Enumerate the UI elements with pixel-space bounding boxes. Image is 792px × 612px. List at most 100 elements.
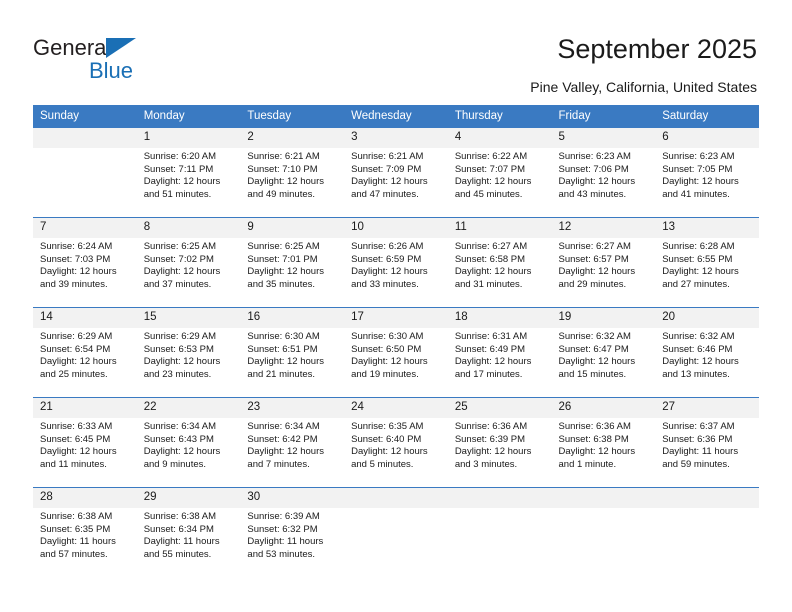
sunset-text: Sunset: 7:03 PM <box>40 253 111 265</box>
day-details: Sunrise: 6:38 AM Sunset: 6:34 PM Daylight:… <box>137 508 241 561</box>
day-cell[interactable]: 25 Sunrise: 6:36 AM Sunset: 6:39 PM Dayligh… <box>447 397 552 488</box>
day-cell[interactable]: 13 Sunrise: 6:28 AM Sunset: 6:55 PM Dayligh… <box>655 217 759 308</box>
day-details <box>448 508 552 511</box>
day-cell[interactable]: 2 Sunrise: 6:21 AM Sunset: 7:10 PM Daylight… <box>240 127 345 218</box>
sunrise-text: Sunrise: 6:25 AM <box>143 241 217 252</box>
daylight-text-line1: Daylight: 11 hours <box>40 536 116 548</box>
daylight-text-line2: and 27 minutes. <box>662 278 730 290</box>
day-cell[interactable]: 17 Sunrise: 6:30 AM Sunset: 6:50 PM Dayligh… <box>344 307 448 398</box>
week-row: 21 Sunrise: 6:33 AM Sunset: 6:45 PM Dayligh… <box>33 397 759 488</box>
day-cell[interactable]: 28 Sunrise: 6:38 AM Sunset: 6:35 PM Dayligh… <box>33 487 137 578</box>
daylight-text-line1: Daylight: 12 hours <box>247 176 324 188</box>
day-details: Sunrise: 6:32 AM Sunset: 6:46 PM Daylight:… <box>655 328 759 381</box>
daylight-text-line1: Daylight: 12 hours <box>143 446 221 458</box>
sunrise-text: Sunrise: 6:25 AM <box>247 241 320 252</box>
daylight-text-line2: and 31 minutes. <box>454 278 523 290</box>
daylight-text-line1: Daylight: 12 hours <box>454 176 532 188</box>
daylight-text-line2: and 45 minutes. <box>454 188 523 200</box>
day-details <box>344 508 448 511</box>
day-details: Sunrise: 6:36 AM Sunset: 6:39 PM Daylight:… <box>448 418 552 471</box>
day-cell[interactable]: 3 Sunrise: 6:21 AM Sunset: 7:09 PM Daylight… <box>344 127 448 218</box>
daylight-text-line2: and 49 minutes. <box>247 188 316 200</box>
day-cell[interactable]: 22 Sunrise: 6:34 AM Sunset: 6:43 PM Dayligh… <box>136 397 241 488</box>
day-details: Sunrise: 6:21 AM Sunset: 7:10 PM Daylight:… <box>240 148 344 201</box>
daylight-text-line2: and 47 minutes. <box>351 188 419 200</box>
day-cell[interactable]: 21 Sunrise: 6:33 AM Sunset: 6:45 PM Dayligh… <box>33 397 137 488</box>
daylight-text-line1: Daylight: 12 hours <box>40 266 117 278</box>
day-details <box>552 508 656 511</box>
daylight-text-line2: and 29 minutes. <box>558 278 627 290</box>
day-cell[interactable]: 6 Sunrise: 6:23 AM Sunset: 7:05 PM Daylight… <box>655 127 759 218</box>
day-cell[interactable]: 5 Sunrise: 6:23 AM Sunset: 7:06 PM Daylight… <box>551 127 656 218</box>
day-cell[interactable]: 29 Sunrise: 6:38 AM Sunset: 6:34 PM Dayligh… <box>136 487 241 578</box>
day-details: Sunrise: 6:23 AM Sunset: 7:06 PM Daylight:… <box>552 148 656 201</box>
day-cell[interactable]: 8 Sunrise: 6:25 AM Sunset: 7:02 PM Daylight… <box>136 217 241 308</box>
day-cell[interactable]: 19 Sunrise: 6:32 AM Sunset: 6:47 PM Dayligh… <box>551 307 656 398</box>
sunrise-text: Sunrise: 6:23 AM <box>558 151 631 162</box>
day-cell[interactable]: 20 Sunrise: 6:32 AM Sunset: 6:46 PM Dayligh… <box>655 307 759 398</box>
day-cell[interactable] <box>655 487 759 578</box>
day-number: 29 <box>136 488 241 508</box>
day-number: 19 <box>551 308 656 328</box>
week-row: 7 Sunrise: 6:24 AM Sunset: 7:03 PM Daylight… <box>33 217 759 308</box>
day-number <box>33 128 137 148</box>
day-cell[interactable]: 4 Sunrise: 6:22 AM Sunset: 7:07 PM Daylight… <box>447 127 552 218</box>
day-cell[interactable]: 24 Sunrise: 6:35 AM Sunset: 6:40 PM Dayligh… <box>344 397 448 488</box>
day-cell[interactable]: 12 Sunrise: 6:27 AM Sunset: 6:57 PM Dayligh… <box>551 217 656 308</box>
sunrise-text: Sunrise: 6:22 AM <box>454 151 528 162</box>
daylight-text-line1: Daylight: 12 hours <box>247 266 324 278</box>
day-number: 27 <box>655 398 759 418</box>
day-cell[interactable]: 14 Sunrise: 6:29 AM Sunset: 6:54 PM Dayligh… <box>33 307 137 398</box>
day-cell[interactable]: 15 Sunrise: 6:29 AM Sunset: 6:53 PM Dayligh… <box>136 307 241 398</box>
weekday-header-friday: Friday <box>551 105 656 128</box>
daylight-text-line2: and 21 minutes. <box>247 368 316 380</box>
day-cell[interactable]: 1 Sunrise: 6:20 AM Sunset: 7:11 PM Daylight… <box>136 127 241 218</box>
daylight-text-line1: Daylight: 12 hours <box>247 446 324 458</box>
day-number: 9 <box>240 218 345 238</box>
day-details: Sunrise: 6:39 AM Sunset: 6:32 PM Daylight:… <box>240 508 344 561</box>
daylight-text-line1: Daylight: 12 hours <box>454 356 532 368</box>
day-details: Sunrise: 6:21 AM Sunset: 7:09 PM Daylight:… <box>344 148 448 201</box>
sunrise-text: Sunrise: 6:38 AM <box>143 511 217 522</box>
sunset-text: Sunset: 6:49 PM <box>454 343 526 355</box>
sunset-text: Sunset: 7:11 PM <box>143 163 214 175</box>
sunrise-text: Sunrise: 6:39 AM <box>247 511 320 522</box>
day-cell[interactable] <box>344 487 448 578</box>
sunrise-text: Sunrise: 6:27 AM <box>558 241 631 252</box>
day-details: Sunrise: 6:32 AM Sunset: 6:47 PM Daylight:… <box>552 328 656 381</box>
day-cell[interactable] <box>33 127 137 218</box>
sunset-text: Sunset: 6:55 PM <box>662 253 733 265</box>
daylight-text-line1: Daylight: 12 hours <box>662 356 739 368</box>
day-cell[interactable]: 7 Sunrise: 6:24 AM Sunset: 7:03 PM Daylight… <box>33 217 137 308</box>
day-cell[interactable]: 23 Sunrise: 6:34 AM Sunset: 6:42 PM Dayligh… <box>240 397 345 488</box>
daylight-text-line1: Daylight: 12 hours <box>351 176 428 188</box>
logo-text-general: General <box>33 35 112 60</box>
week-row: 14 Sunrise: 6:29 AM Sunset: 6:54 PM Dayligh… <box>33 307 759 398</box>
daylight-text-line2: and 33 minutes. <box>351 278 419 290</box>
day-cell[interactable] <box>447 487 552 578</box>
day-cell[interactable]: 9 Sunrise: 6:25 AM Sunset: 7:01 PM Daylight… <box>240 217 345 308</box>
daylight-text-line1: Daylight: 12 hours <box>351 356 428 368</box>
daylight-text-line1: Daylight: 12 hours <box>40 446 117 458</box>
day-number: 30 <box>240 488 345 508</box>
day-number: 28 <box>33 488 137 508</box>
daylight-text-line2: and 23 minutes. <box>143 368 212 380</box>
daylight-text-line2: and 11 minutes. <box>40 458 107 470</box>
day-cell[interactable]: 27 Sunrise: 6:37 AM Sunset: 6:36 PM Dayligh… <box>655 397 759 488</box>
day-number: 24 <box>344 398 448 418</box>
day-cell[interactable]: 16 Sunrise: 6:30 AM Sunset: 6:51 PM Dayligh… <box>240 307 345 398</box>
day-cell[interactable]: 10 Sunrise: 6:26 AM Sunset: 6:59 PM Dayligh… <box>344 217 448 308</box>
day-number: 11 <box>447 218 552 238</box>
general-blue-logo[interactable]: General Blue <box>33 36 213 86</box>
day-cell[interactable]: 18 Sunrise: 6:31 AM Sunset: 6:49 PM Dayligh… <box>447 307 552 398</box>
day-details: Sunrise: 6:29 AM Sunset: 6:53 PM Daylight:… <box>137 328 241 381</box>
daylight-text-line1: Daylight: 12 hours <box>143 356 221 368</box>
day-cell[interactable] <box>551 487 656 578</box>
day-cell[interactable]: 30 Sunrise: 6:39 AM Sunset: 6:32 PM Dayligh… <box>240 487 345 578</box>
daylight-text-line1: Daylight: 11 hours <box>662 446 739 458</box>
day-cell[interactable]: 11 Sunrise: 6:27 AM Sunset: 6:58 PM Dayligh… <box>447 217 552 308</box>
day-cell[interactable]: 26 Sunrise: 6:36 AM Sunset: 6:38 PM Dayligh… <box>551 397 656 488</box>
day-details: Sunrise: 6:29 AM Sunset: 6:54 PM Daylight:… <box>33 328 137 381</box>
day-details: Sunrise: 6:23 AM Sunset: 7:05 PM Daylight:… <box>655 148 759 201</box>
daylight-text-line2: and 55 minutes. <box>143 548 212 560</box>
